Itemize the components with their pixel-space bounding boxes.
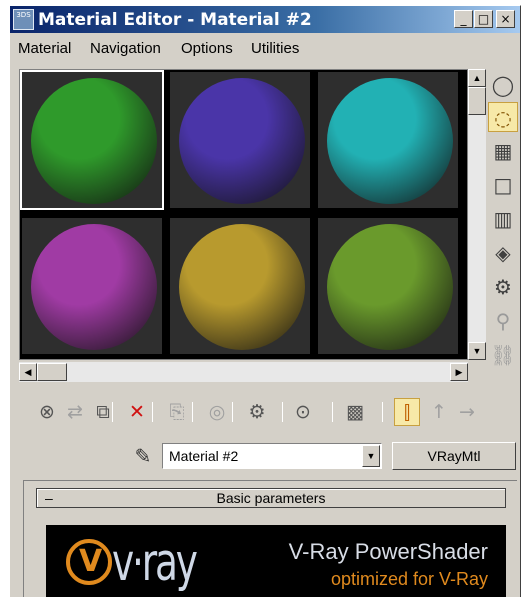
- sample-slot[interactable]: [20, 70, 164, 210]
- background-checker-icon[interactable]: ▦: [488, 136, 518, 166]
- toolbar-separator: [152, 402, 153, 422]
- rollout-panel: – Basic parameters V v·ray V-Ray PowerSh…: [23, 480, 517, 597]
- material-sphere: [179, 224, 305, 350]
- make-preview-icon[interactable]: ◈: [488, 238, 518, 268]
- menu-navigation[interactable]: Navigation: [90, 40, 161, 57]
- toolbar-separator: [192, 402, 193, 422]
- minimize-button[interactable]: _: [454, 10, 473, 28]
- material-sphere: [327, 224, 453, 350]
- go-forward-to-sibling-icon[interactable]: →: [454, 398, 480, 426]
- menu-bar: Material Navigation Options Utilities: [10, 35, 520, 65]
- pick-material-eyedropper-icon[interactable]: ✎: [130, 443, 156, 469]
- vertical-scroll-thumb[interactable]: [468, 87, 486, 115]
- sample-slot[interactable]: [20, 216, 164, 356]
- menu-options[interactable]: Options: [181, 40, 233, 57]
- toolbar-separator: [232, 402, 233, 422]
- vray-logo-symbol: V: [79, 544, 103, 579]
- material-name-row: ✎ Material #2 ▼ VRayMtl: [130, 442, 520, 470]
- material-sphere: [31, 224, 157, 350]
- material-sphere: [179, 78, 305, 204]
- select-by-material-icon[interactable]: ⚲: [488, 306, 518, 336]
- material-name-field[interactable]: Material #2 ▼: [162, 443, 382, 469]
- title-bar[interactable]: 3DS Material Editor - Material #2 _ □ ×: [10, 6, 520, 33]
- menu-material[interactable]: Material: [18, 40, 71, 57]
- toolbar-separator: [332, 402, 333, 422]
- show-map-in-viewport-icon[interactable]: ▩: [342, 398, 368, 426]
- scroll-up-arrow-icon[interactable]: ▲: [468, 69, 486, 87]
- vray-wordmark: v·ray: [112, 533, 198, 593]
- options-icon[interactable]: ⚙: [488, 272, 518, 302]
- sample-type-sphere-icon[interactable]: ◯: [488, 70, 518, 100]
- bottom-toolbar: ⊗ ⇄ ⧉ ✕ ⎘ ◎ ⚙ ⊙ ▩ ⫿ ↑ →: [28, 398, 518, 428]
- reset-map-icon[interactable]: ✕: [124, 398, 150, 426]
- get-material-icon[interactable]: ⊗: [34, 398, 60, 426]
- material-editor-window: 3DS Material Editor - Material #2 _ □ × …: [9, 5, 521, 597]
- material-name-value: Material #2: [169, 448, 239, 464]
- slots-horizontal-scrollbar[interactable]: ◀ ▶: [19, 362, 468, 382]
- sample-slot[interactable]: [168, 70, 312, 210]
- close-button[interactable]: ×: [496, 10, 515, 28]
- vray-banner: V v·ray V-Ray PowerShader optimized for …: [46, 525, 506, 597]
- app-icon[interactable]: 3DS: [13, 9, 34, 30]
- material-type-button[interactable]: VRayMtl: [392, 442, 516, 470]
- scroll-down-arrow-icon[interactable]: ▼: [468, 342, 486, 360]
- slots-vertical-scrollbar[interactable]: ▲ ▼: [468, 69, 486, 360]
- backlight-icon[interactable]: ◌: [488, 102, 518, 132]
- sample-slot[interactable]: [316, 70, 460, 210]
- make-material-copy-icon[interactable]: ⎘: [164, 398, 190, 426]
- banner-heading: V-Ray PowerShader: [288, 539, 488, 564]
- material-map-navigator-icon[interactable]: ⛓: [488, 340, 518, 370]
- window-title: Material Editor - Material #2: [38, 10, 312, 30]
- material-sphere: [31, 78, 157, 204]
- basic-parameters-rollout-header[interactable]: – Basic parameters: [36, 488, 506, 508]
- sample-uv-tiling-icon[interactable]: □: [488, 170, 518, 200]
- toolbar-separator: [282, 402, 283, 422]
- maximize-button[interactable]: □: [474, 10, 493, 28]
- make-unique-icon[interactable]: ◎: [204, 398, 230, 426]
- rollout-title: Basic parameters: [216, 490, 326, 506]
- assign-material-icon[interactable]: ⧉: [90, 398, 116, 426]
- put-to-library-icon[interactable]: ⚙: [244, 398, 270, 426]
- video-color-check-icon[interactable]: ▥: [488, 204, 518, 234]
- put-material-to-scene-icon[interactable]: ⇄: [62, 398, 88, 426]
- sample-slots-grid: [19, 69, 468, 360]
- banner-subheading: optimized for V-Ray: [330, 569, 488, 589]
- go-to-parent-icon[interactable]: ↑: [426, 398, 452, 426]
- horizontal-scroll-thumb[interactable]: [37, 363, 67, 381]
- chevron-down-icon[interactable]: ▼: [362, 445, 380, 467]
- scroll-right-arrow-icon[interactable]: ▶: [450, 363, 468, 381]
- show-end-result-icon[interactable]: ⫿: [394, 398, 420, 426]
- vray-logo-icon: V: [66, 539, 112, 585]
- material-sphere: [327, 78, 453, 204]
- material-effects-channel-icon[interactable]: ⊙: [290, 398, 316, 426]
- toolbar-separator: [382, 402, 383, 422]
- scroll-left-arrow-icon[interactable]: ◀: [19, 363, 37, 381]
- menu-utilities[interactable]: Utilities: [251, 40, 299, 57]
- sample-slot[interactable]: [168, 216, 312, 356]
- sample-slot[interactable]: [316, 216, 460, 356]
